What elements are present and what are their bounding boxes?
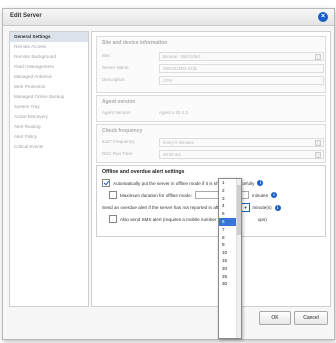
nav-item[interactable]: Managed Antivirus — [10, 72, 88, 82]
dtc-frequency-select[interactable]: Every 5 minutes — [159, 138, 324, 147]
max-duration-unit: minutes — [251, 192, 269, 198]
info-icon[interactable]: i — [271, 192, 278, 198]
nav-item[interactable]: Web Protection — [10, 82, 88, 92]
site-label: Site: — [102, 53, 112, 58]
offline-alert-section: Offline and overdue alert settings Autom… — [96, 165, 326, 237]
check-frequency-title: Check frequency — [102, 128, 143, 134]
edit-server-dialog: Edit Server × General Settings Remote Acc… — [2, 8, 335, 340]
dropdown-scrollbar-thumb[interactable] — [237, 185, 241, 235]
site-field[interactable]: Browse - BitOrSite1 — [159, 52, 324, 61]
server-name-value: WIN2012R2-SCB — [163, 66, 197, 71]
nav-item[interactable]: Patch Management — [10, 62, 88, 72]
sms-alert-label: Also send SMS alert (requires a mobile n… — [120, 216, 232, 222]
overdue-row: Send an overdue alert if the server has … — [102, 203, 281, 212]
nav-item[interactable]: Managed Online Backup — [10, 92, 88, 102]
settings-content: Site and device information Site: Browse… — [91, 31, 331, 307]
sms-alert-checkbox[interactable] — [109, 215, 117, 223]
nav-item[interactable]: Critical Events — [10, 142, 88, 152]
description-value: CP.0 — [163, 78, 172, 83]
agent-version-title: Agent version — [102, 99, 136, 105]
site-browse-icon[interactable] — [315, 54, 321, 60]
chevron-down-icon: ▼ — [243, 205, 248, 210]
dsc-runtime-select[interactable]: 06:00 am — [159, 150, 324, 159]
server-name-field[interactable]: WIN2012R2-SCB — [159, 64, 324, 73]
nav-item[interactable]: Alert Policy — [10, 132, 88, 142]
dtc-chevron-down-icon[interactable] — [315, 140, 321, 146]
overdue-unit: minute(s) — [252, 205, 272, 210]
offline-alert-title: Offline and overdue alert settings — [102, 169, 185, 175]
agent-version-value: Agent v.10.4.3 — [159, 110, 188, 115]
cancel-button[interactable]: Cancel — [294, 311, 328, 325]
site-value: Browse - BitOrSite1 — [163, 54, 201, 59]
dsc-clock-icon[interactable] — [315, 152, 321, 158]
max-duration-label: Maximum duration for offline mode: — [120, 192, 192, 198]
auto-offline-checkbox[interactable] — [102, 179, 110, 187]
description-field[interactable]: CP.0 — [159, 76, 324, 85]
agent-version-label: Agent Version: — [102, 110, 132, 115]
nav-item[interactable]: Remote Background — [10, 52, 88, 62]
nav-item[interactable]: Active Discovery — [10, 112, 88, 122]
max-duration-checkbox[interactable] — [109, 191, 117, 199]
nav-item[interactable]: General Settings — [10, 32, 88, 42]
dtc-frequency-value: Every 5 minutes — [163, 140, 194, 145]
agent-version-section: Agent version Agent Version: Agent v.10.… — [96, 95, 326, 122]
dsc-runtime-value: 06:00 am — [163, 152, 181, 157]
sms-alert-row: Also send SMS alert (requires a mobile n… — [109, 215, 267, 223]
close-icon[interactable]: × — [318, 12, 328, 22]
nav-item[interactable]: Alert Routing — [10, 122, 88, 132]
server-name-label: Server Name: — [102, 65, 130, 70]
info-icon[interactable]: i — [257, 180, 264, 186]
dialog-title: Edit Server — [10, 13, 42, 19]
overdue-label: Send an overdue alert if the server has … — [102, 205, 223, 210]
dialog-titlebar: Edit Server × — [3, 9, 334, 26]
overdue-minutes-dropdown[interactable]: 1 2 3 4 5 6 7 8 9 10 15 20 25 30 — [218, 178, 242, 339]
sms-alert-suffix: ups) — [257, 216, 267, 222]
dropdown-scrollbar[interactable] — [236, 179, 241, 338]
nav-item[interactable]: System Tray — [10, 102, 88, 112]
dtc-frequency-label: 24x7 Frequency: — [102, 139, 136, 144]
info-icon[interactable]: i — [274, 204, 281, 211]
site-info-title: Site and device information — [102, 40, 168, 46]
description-label: Description: — [102, 77, 126, 82]
settings-nav: General Settings Remote Access Remote Back… — [9, 31, 89, 307]
dsc-runtime-label: DSC Run Time: — [102, 151, 134, 156]
check-frequency-section: Check frequency 24x7 Frequency: Every 5 … — [96, 124, 326, 163]
max-duration-row: Maximum duration for offline mode: minut… — [109, 191, 278, 199]
ok-button[interactable]: OK — [259, 311, 291, 325]
site-info-section: Site and device information Site: Browse… — [96, 36, 326, 93]
nav-item[interactable]: Remote Access — [10, 42, 88, 52]
